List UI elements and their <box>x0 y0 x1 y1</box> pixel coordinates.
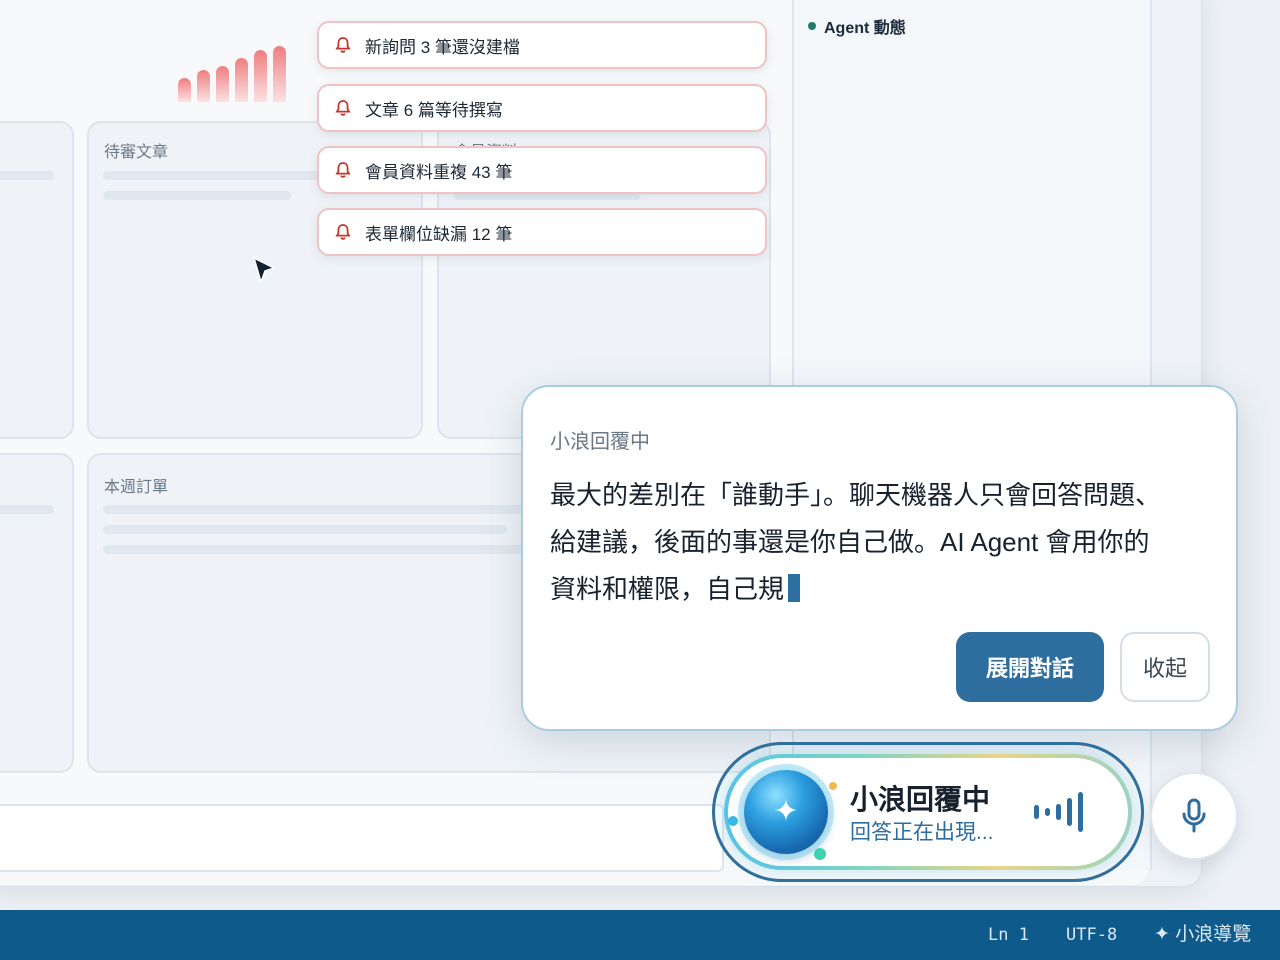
typing-caret <box>788 574 801 602</box>
notification-text: 會員資料重複 43 筆 <box>365 162 513 182</box>
orb-particle <box>829 782 837 790</box>
encoding-indicator[interactable]: UTF-8 <box>1066 910 1117 960</box>
notification-text: 表單欄位缺漏 12 筆 <box>365 224 513 244</box>
orb-particle <box>728 816 738 826</box>
bell-icon <box>335 37 351 53</box>
reply-line: 最大的差別在「誰動手」。聊天機器人只會回答問題、 <box>550 480 1162 510</box>
notification-item[interactable]: 表單欄位缺漏 12 筆 <box>317 208 767 256</box>
notification-text: 新詢問 3 筆還沒建檔 <box>365 37 520 57</box>
notification-item[interactable]: 會員資料重複 43 筆 <box>317 146 767 194</box>
voice-subtitle: 回答正在出現... <box>850 821 994 844</box>
notification-item[interactable]: 新詢問 3 筆還沒建檔 <box>317 21 767 69</box>
status-dot <box>808 22 816 30</box>
card-title: 待審文章 <box>104 144 169 161</box>
reply-status: 小浪回覆中 <box>550 431 650 453</box>
mini-chart-bar <box>178 78 191 102</box>
mini-chart-bar <box>254 50 267 102</box>
chat-input-area[interactable] <box>0 804 724 872</box>
notification-item[interactable]: 文章 6 篇等待撰寫 <box>317 84 767 132</box>
reply-line-last: 資料和權限，自己規 <box>550 566 1210 613</box>
mini-chart-bar <box>273 46 286 102</box>
mini-chart-bar <box>216 66 229 102</box>
guide-label: 小浪導覽 <box>1175 924 1252 945</box>
notification-text: 文章 6 篇等待撰寫 <box>365 100 503 120</box>
agent-panel-title-text: Agent 動態 <box>824 20 906 37</box>
status-bar: Ln 1 UTF-8 ✦ 小浪導覽 <box>0 910 1280 960</box>
guide-link[interactable]: ✦ 小浪導覽 <box>1154 910 1251 960</box>
reply-text: 最大的差別在「誰動手」。聊天機器人只會回答問題、 給建議，後面的事還是你自己做。… <box>550 472 1210 613</box>
audio-wave-icon <box>1034 790 1094 834</box>
orb-particle <box>814 848 826 860</box>
card-title: 本週訂單 <box>104 479 169 496</box>
card-left-top <box>0 121 74 439</box>
microphone-icon <box>1182 798 1206 833</box>
bell-icon <box>335 224 351 240</box>
bell-icon <box>335 100 351 116</box>
mouse-cursor-icon <box>253 257 275 283</box>
agent-panel-title: Agent 動態 <box>808 14 906 38</box>
reply-line: 給建議，後面的事還是你自己做。AI Agent 會用你的 <box>550 527 1150 557</box>
bell-icon <box>335 162 351 178</box>
mini-chart-bar <box>235 58 248 102</box>
reply-line: 資料和權限，自己規 <box>550 574 785 604</box>
cursor-position[interactable]: Ln 1 <box>988 910 1029 960</box>
collapse-button[interactable]: 收起 <box>1120 632 1210 702</box>
card-left-bottom <box>0 453 74 773</box>
voice-title: 小浪回覆中 <box>850 784 991 815</box>
microphone-button[interactable] <box>1150 772 1238 860</box>
mini-chart-bar <box>197 70 210 102</box>
sparkle-icon: ✦ <box>1154 924 1170 945</box>
mini-bar-chart <box>178 42 288 102</box>
expand-conversation-button[interactable]: 展開對話 <box>956 632 1104 702</box>
sparkle-icon: ✦ <box>773 794 799 829</box>
